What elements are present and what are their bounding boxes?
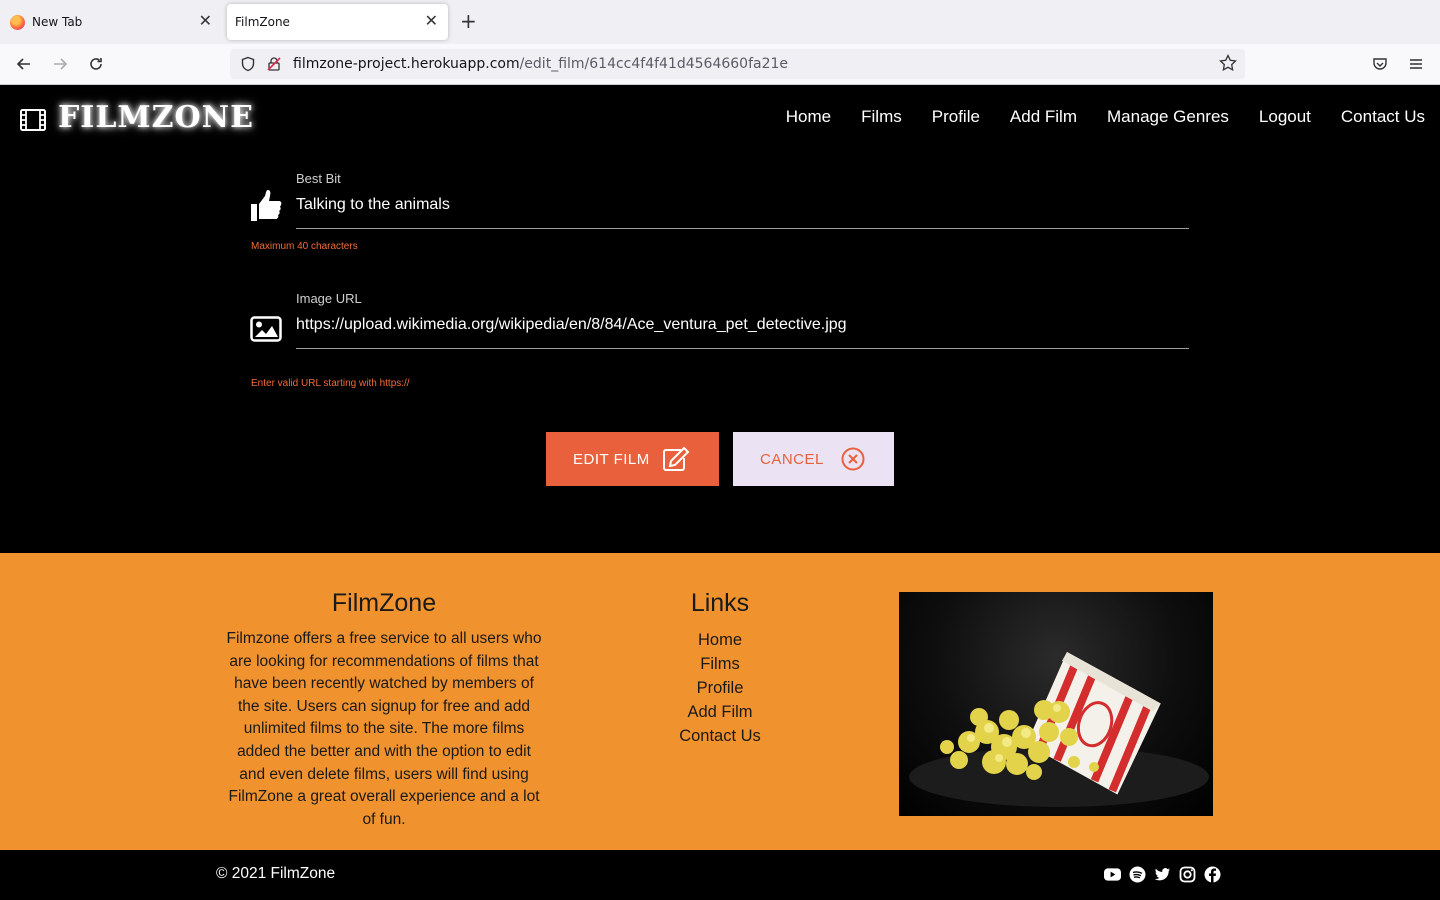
footer-link-contact-us[interactable]: Contact Us <box>620 724 820 748</box>
browser-tab-new-tab[interactable]: New Tab ✕ <box>0 4 222 40</box>
back-icon[interactable] <box>12 52 36 76</box>
input-underline <box>296 348 1189 349</box>
image-url-label: Image URL <box>296 291 362 306</box>
footer-bottom-bar: © 2021 FilmZone <box>0 850 1440 900</box>
film-icon[interactable] <box>20 109 46 135</box>
copyright-text: © 2021 FilmZone <box>216 865 336 882</box>
footer-links-title: Links <box>690 589 750 617</box>
spotify-icon[interactable] <box>1129 866 1146 883</box>
insecure-lock-icon[interactable] <box>266 56 282 76</box>
footer-about-text: Filmzone offers a free service to all us… <box>226 630 542 828</box>
facebook-icon[interactable] <box>1204 866 1221 883</box>
cancel-circle-icon <box>841 447 865 471</box>
new-tab-icon[interactable]: + <box>460 10 477 32</box>
address-bar[interactable]: filmzone-project.herokuapp.com/edit_film… <box>230 49 1245 79</box>
reload-icon[interactable] <box>84 52 108 76</box>
footer-links: Home Films Profile Add Film Contact Us <box>620 628 820 748</box>
input-underline <box>296 228 1189 229</box>
image-url-field: Image URL https://upload.wikimedia.org/w… <box>250 291 1190 351</box>
site-header: FILMZONE Home Films Profile Add Film Man… <box>0 85 1440 153</box>
nav-home[interactable]: Home <box>786 107 831 127</box>
close-icon[interactable]: ✕ <box>425 13 438 29</box>
thumbs-up-icon <box>250 189 282 227</box>
image-icon <box>250 316 282 346</box>
browser-nav-bar: filmzone-project.herokuapp.com/edit_film… <box>0 44 1440 85</box>
shield-icon[interactable] <box>240 56 256 76</box>
menu-icon[interactable] <box>1404 52 1428 76</box>
best-bit-field: Best Bit Talking to the animals <box>250 171 1190 231</box>
image-url-input[interactable]: https://upload.wikimedia.org/wikipedia/e… <box>296 316 847 334</box>
popcorn-image <box>899 592 1213 816</box>
edit-film-form: Best Bit Talking to the animals Maximum … <box>0 153 1440 553</box>
twitter-icon[interactable] <box>1154 866 1171 883</box>
brand-logo[interactable]: FILMZONE <box>58 100 254 135</box>
image-url-helper: Enter valid URL starting with https:// <box>251 378 410 389</box>
youtube-icon[interactable] <box>1104 866 1121 883</box>
nav-contact-us[interactable]: Contact Us <box>1341 107 1425 127</box>
close-icon[interactable]: ✕ <box>199 13 212 29</box>
browser-tab-bar: New Tab ✕ FilmZone ✕ + <box>0 0 1440 44</box>
instagram-icon[interactable] <box>1179 866 1196 883</box>
tab-title: New Tab <box>32 15 83 29</box>
social-links <box>1104 866 1221 883</box>
site-footer: FilmZone Filmzone offers a free service … <box>0 553 1440 850</box>
best-bit-helper: Maximum 40 characters <box>251 241 358 252</box>
nav-profile[interactable]: Profile <box>932 107 980 127</box>
nav-manage-genres[interactable]: Manage Genres <box>1107 107 1229 127</box>
main-nav: Home Films Profile Add Film Manage Genre… <box>756 107 1425 127</box>
edit-icon <box>663 446 690 471</box>
footer-link-add-film[interactable]: Add Film <box>620 700 820 724</box>
best-bit-label: Best Bit <box>296 171 341 186</box>
browser-tab-filmzone[interactable]: FilmZone ✕ <box>227 4 448 40</box>
pocket-icon[interactable] <box>1368 52 1392 76</box>
bookmark-star-icon[interactable] <box>1219 53 1237 76</box>
url-text[interactable]: filmzone-project.herokuapp.com/edit_film… <box>293 56 788 72</box>
cancel-button[interactable]: CANCEL <box>733 432 894 486</box>
edit-film-label: EDIT FILM <box>573 450 650 468</box>
cancel-label: CANCEL <box>760 450 824 468</box>
nav-add-film[interactable]: Add Film <box>1010 107 1077 127</box>
firefox-icon <box>10 14 25 30</box>
nav-logout[interactable]: Logout <box>1259 107 1311 127</box>
edit-film-button[interactable]: EDIT FILM <box>546 432 719 486</box>
footer-link-profile[interactable]: Profile <box>620 676 820 700</box>
footer-link-films[interactable]: Films <box>620 652 820 676</box>
footer-about-title: FilmZone <box>331 589 437 617</box>
forward-icon[interactable] <box>48 52 72 76</box>
tab-title: FilmZone <box>235 15 290 29</box>
best-bit-input[interactable]: Talking to the animals <box>296 196 450 214</box>
footer-link-home[interactable]: Home <box>620 628 820 652</box>
nav-films[interactable]: Films <box>861 107 902 127</box>
